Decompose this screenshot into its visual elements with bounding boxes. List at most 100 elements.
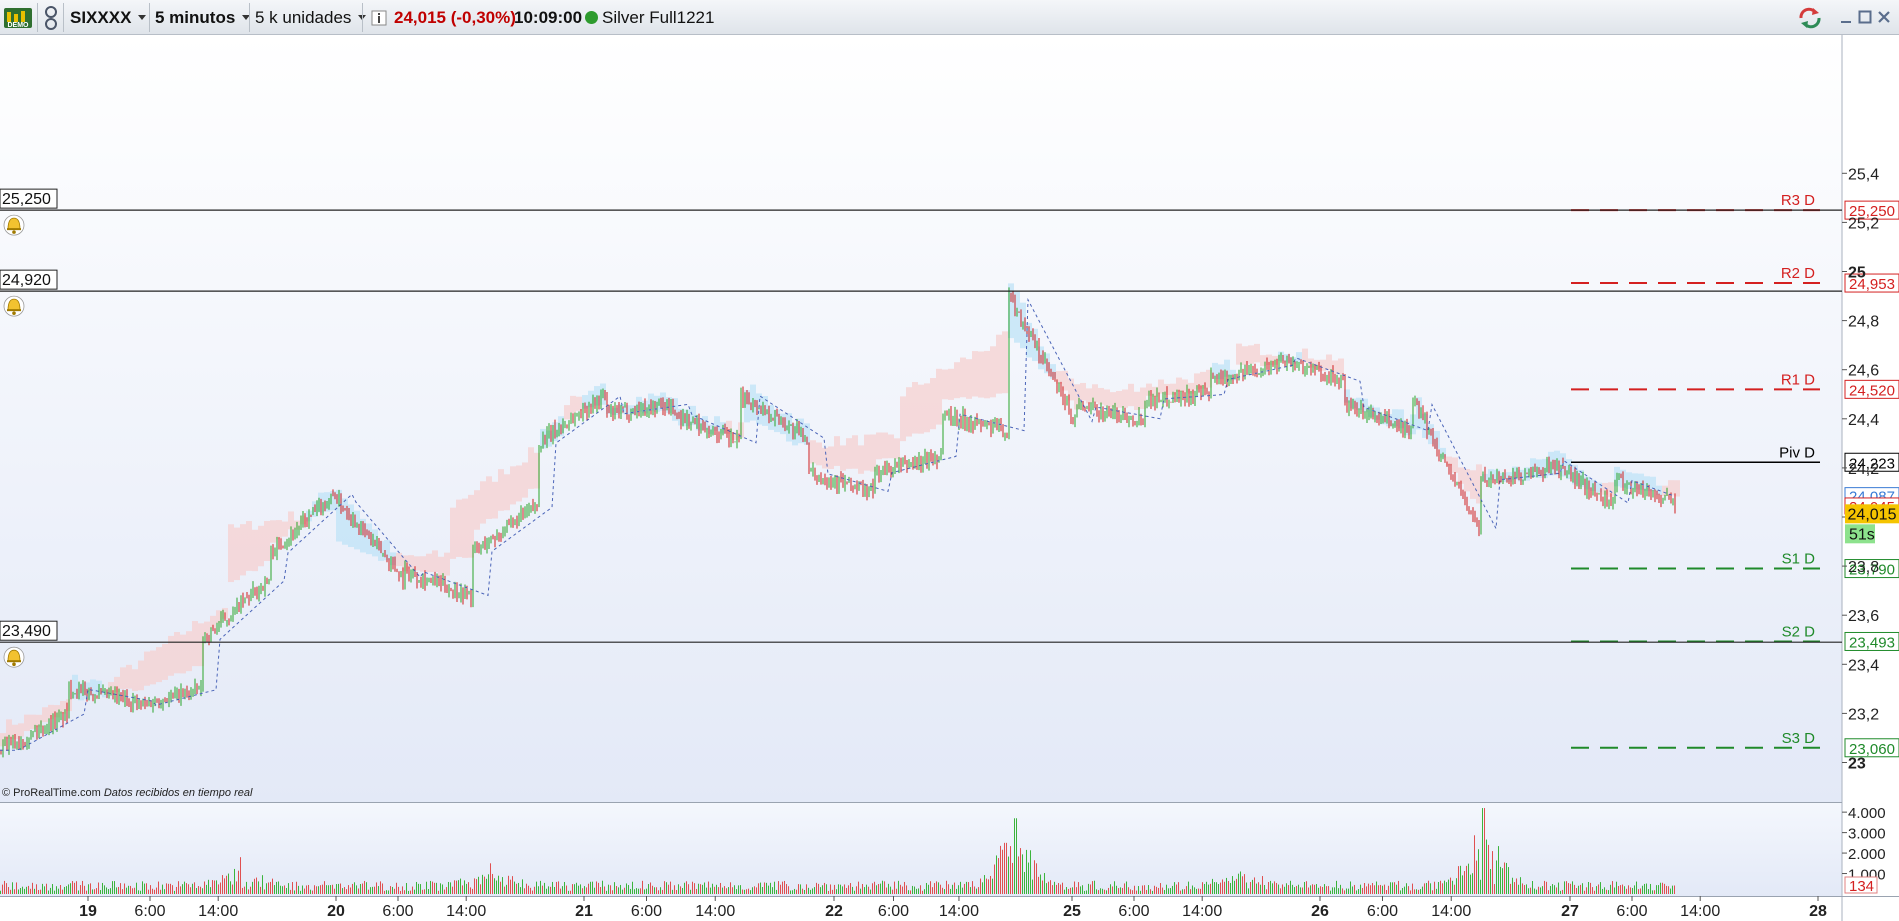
cloud-band	[420, 556, 426, 572]
volume-bar	[888, 883, 889, 894]
volume-bar	[1088, 883, 1089, 894]
volume-bar	[1204, 883, 1205, 894]
volume-bar	[1442, 883, 1443, 894]
time-tick-label: 26	[1311, 903, 1329, 920]
minimize-icon[interactable]	[1838, 9, 1854, 25]
units-selector[interactable]: 5 k unidades	[255, 0, 366, 35]
time-tick-label: 6:00	[1616, 903, 1647, 920]
volume-bar	[482, 874, 483, 894]
volume-bar	[346, 889, 347, 894]
volume-bar	[1060, 884, 1061, 894]
instrument-selector[interactable]: SIXXXX	[70, 0, 146, 35]
volume-bar	[710, 887, 711, 894]
copyright: © ProRealTime.com Datos recibidos en tie…	[2, 787, 253, 799]
demo-badge: DEMO	[8, 22, 30, 29]
volume-bar	[0, 890, 1, 894]
volume-bar	[626, 883, 627, 894]
volume-bar	[640, 888, 641, 894]
cloud-band	[564, 405, 570, 420]
volume-bar	[1640, 888, 1641, 894]
volume-bar	[1434, 881, 1435, 894]
volume-bar	[270, 881, 271, 894]
bell-icon[interactable]	[3, 295, 25, 317]
volume-bar	[738, 885, 739, 894]
volume-bar	[190, 887, 191, 894]
volume-bar	[1290, 880, 1291, 894]
volume-bar	[1094, 880, 1095, 894]
volume-bar	[828, 890, 829, 894]
cloud-band	[924, 383, 930, 433]
volume-bar	[832, 889, 833, 894]
volume-bar	[594, 887, 595, 894]
volume-bar	[1534, 888, 1535, 894]
volume-bar	[1514, 882, 1515, 894]
volume-bar	[760, 882, 761, 894]
volume-bar	[838, 884, 839, 894]
link-icon[interactable]	[42, 0, 60, 35]
volume-bar	[10, 889, 11, 894]
volume-bar	[1452, 880, 1453, 894]
volume-bar	[260, 886, 261, 894]
volume-bar	[1490, 868, 1491, 894]
volume-bar	[1462, 875, 1463, 894]
cloud-band	[1452, 457, 1458, 473]
volume-bar	[484, 876, 485, 894]
volume-bar	[796, 889, 797, 894]
volume-bar	[494, 878, 495, 894]
price-chart[interactable]: R3 D25,250R2 D24,953R1 D24,520Piv D24,22…	[0, 35, 1899, 921]
time-tick-label: 14:00	[939, 903, 979, 920]
volume-bar	[1386, 890, 1387, 894]
volume-bar	[1302, 887, 1303, 894]
clock-time: 10:09:00	[514, 7, 583, 27]
volume-bar	[134, 887, 135, 894]
volume-bar	[1178, 882, 1179, 894]
volume-bar	[198, 886, 199, 894]
volume-bar	[726, 888, 727, 894]
sync-icon[interactable]	[1797, 0, 1823, 35]
time-tick-label: 27	[1561, 903, 1579, 920]
volume-bar	[1670, 888, 1671, 894]
time-tick-label: 14:00	[1431, 903, 1471, 920]
bell-body	[7, 298, 21, 311]
volume-bar	[402, 886, 403, 894]
volume-bar	[1082, 885, 1083, 894]
volume-bar	[514, 881, 515, 894]
volume-bar	[1674, 885, 1675, 894]
volume-bar	[820, 887, 821, 894]
volume-bar	[42, 883, 43, 894]
cloud-band	[138, 660, 144, 691]
volume-bar	[954, 882, 955, 894]
volume-bar	[538, 886, 539, 894]
volume-bar	[84, 885, 85, 894]
maximize-icon[interactable]	[1857, 9, 1873, 25]
volume-bar	[88, 884, 89, 894]
price-tick-label: 24,6	[1848, 363, 1879, 380]
bell-icon[interactable]	[3, 646, 25, 668]
volume-bar	[1016, 818, 1017, 894]
volume-bar	[1040, 874, 1041, 894]
volume-bar	[1350, 881, 1351, 894]
volume-bar	[474, 878, 475, 894]
volume-bar	[488, 874, 489, 894]
volume-bar	[854, 890, 855, 894]
volume-bar	[866, 884, 867, 894]
pivot-label-2: R1 D	[1781, 371, 1815, 388]
volume-bar	[1398, 880, 1399, 894]
close-icon[interactable]	[1876, 9, 1892, 25]
volume-bar	[472, 888, 473, 894]
cloud-band	[816, 442, 822, 466]
volume-bar	[874, 881, 875, 894]
alert-value-0: 25,250	[2, 191, 51, 208]
bell-icon[interactable]	[3, 214, 25, 236]
volume-axis-labels: 4.0003.0002.0001.000134	[1842, 805, 1886, 895]
realtime-note: Datos recibidos en tiempo real	[104, 787, 253, 799]
volume-bar	[1122, 887, 1123, 894]
volume-bar	[368, 889, 369, 894]
volume-bar	[1340, 884, 1341, 894]
volume-bar	[1046, 883, 1047, 894]
interval-selector[interactable]: 5 minutos	[155, 0, 250, 35]
info-icon[interactable]	[371, 0, 387, 35]
volume-bar	[1026, 849, 1027, 894]
volume-bar	[310, 889, 311, 894]
volume-bar	[234, 868, 235, 894]
